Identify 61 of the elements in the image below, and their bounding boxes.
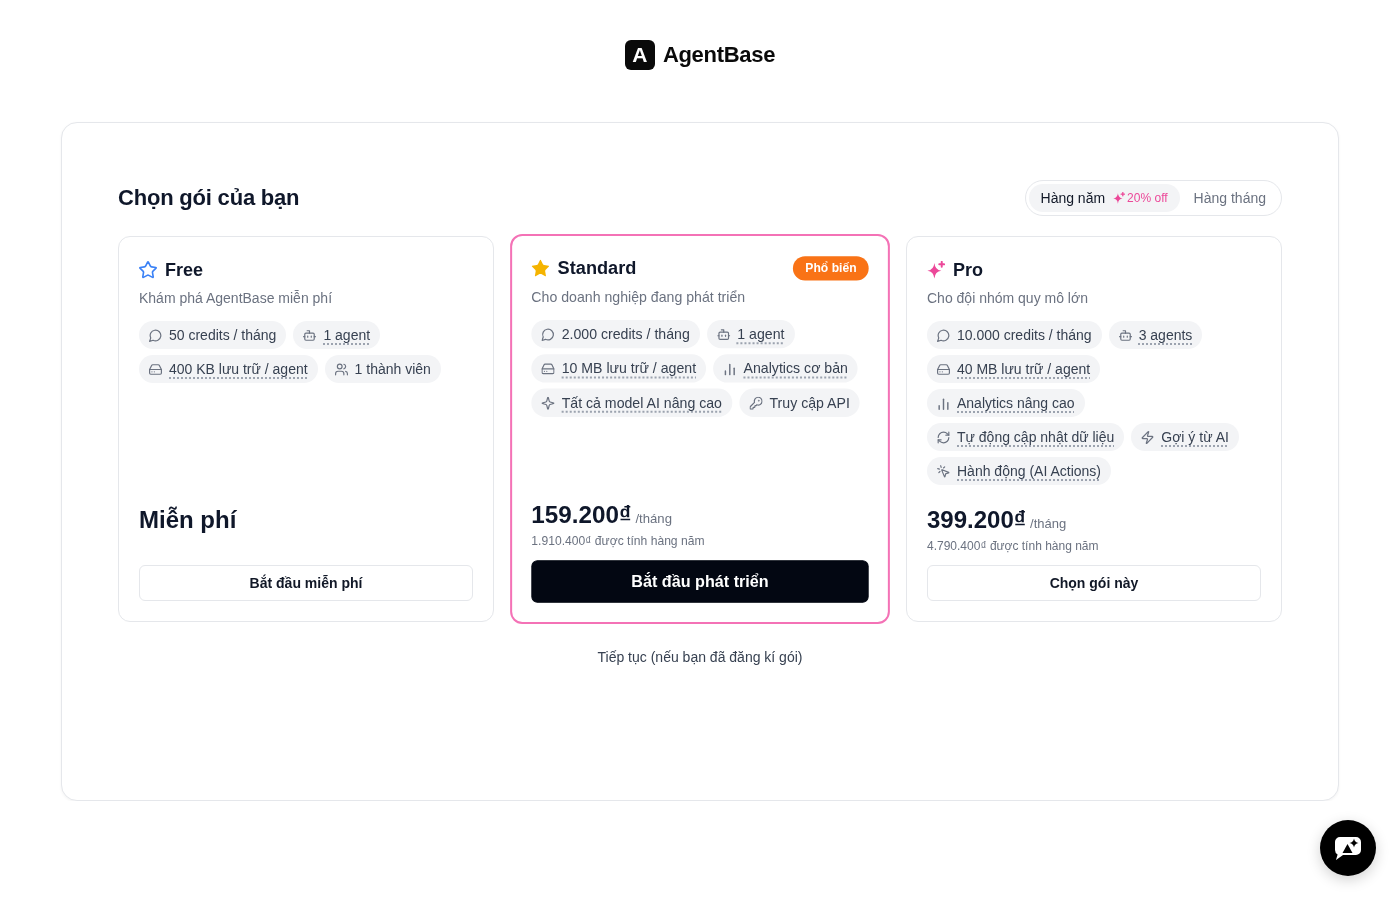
- robot-icon: [303, 328, 317, 342]
- feature-label: Gợi ý từ AI: [1161, 429, 1229, 445]
- plan-description: Cho doanh nghiệp đang phát triển: [531, 287, 747, 307]
- plan-name: Standard: [557, 257, 637, 279]
- chat-sparkle-icon: [1334, 836, 1362, 860]
- plan-name: Free: [165, 259, 204, 281]
- bar-chart-icon: [723, 361, 737, 375]
- feature-label: 1 agent: [323, 327, 371, 343]
- feature-label: Hành động (AI Actions): [957, 463, 1101, 479]
- continue-link[interactable]: Tiếp tục (nếu bạn đã đăng kí gói): [597, 648, 803, 666]
- plan-button[interactable]: Chọn gói này: [927, 565, 1261, 601]
- discount-label: 20% off: [1127, 191, 1168, 205]
- feature-label: 10 MB lưu trữ / agent: [561, 360, 697, 377]
- feature-label: 3 agents: [1138, 327, 1193, 343]
- chat-bubble-icon: [937, 328, 950, 342]
- hard-drive-icon: [541, 361, 555, 375]
- feature-label: 10.000 credits / tháng: [957, 327, 1092, 343]
- feature-label: Analytics cơ bản: [743, 360, 848, 377]
- plan-button[interactable]: Bắt đầu phát triển: [531, 560, 869, 603]
- billing-note: 4.790.400₫ được tính hàng năm: [927, 538, 1100, 554]
- feature-label: Truy cập API: [769, 394, 850, 411]
- feature-label: 400 KB lưu trữ / agent: [169, 361, 308, 377]
- feature-label: 1 thành viên: [354, 361, 431, 377]
- robot-icon: [717, 327, 731, 341]
- plan-description: Cho đội nhóm quy mô lớn: [927, 289, 1089, 308]
- cursor-click-icon: [937, 464, 950, 478]
- lightning-icon: [1141, 430, 1155, 444]
- sparkle-icon: [541, 396, 555, 410]
- plan-price: Miễn phí: [139, 505, 237, 535]
- chat-bubble-icon: [541, 327, 555, 341]
- billing-tab[interactable]: Hàng tháng: [1181, 184, 1278, 212]
- refresh-icon: [937, 430, 950, 444]
- bar-chart-icon: [937, 396, 950, 410]
- feature-label: 2.000 credits / tháng: [561, 326, 690, 343]
- hard-drive-icon: [937, 362, 950, 376]
- chat-bubble-icon: [149, 328, 162, 342]
- plan-price: 399.200₫: [927, 505, 1027, 535]
- brand-name: AgentBase: [662, 42, 776, 68]
- feature-label: Tự động cập nhật dữ liệu: [957, 429, 1115, 445]
- price-period: /tháng: [1030, 516, 1067, 531]
- billing-note: 1.910.400₫ được tính hàng năm: [531, 533, 706, 550]
- feature-label: 40 MB lưu trữ / agent: [957, 361, 1091, 377]
- robot-icon: [1118, 328, 1132, 342]
- sparkles-icon: [1113, 192, 1126, 204]
- price-period: /tháng: [635, 510, 672, 526]
- feature-label: 1 agent: [737, 326, 785, 343]
- feature-label: Tất cả model AI nâng cao: [561, 394, 722, 411]
- logo-mark: A: [624, 40, 655, 70]
- billing-tab[interactable]: Hàng năm 20% off: [1028, 184, 1180, 212]
- plan-description: Khám phá AgentBase miễn phí: [139, 289, 334, 308]
- feature-label: 50 credits / tháng: [169, 327, 277, 343]
- key-icon: [749, 396, 763, 410]
- plan-price: 159.200₫: [531, 499, 632, 530]
- feature-label: Analytics nâng cao: [957, 395, 1075, 411]
- hard-drive-icon: [149, 362, 162, 376]
- plan-name: Pro: [953, 259, 983, 281]
- users-icon: [334, 362, 348, 376]
- chat-button[interactable]: [1320, 820, 1376, 876]
- plan-button[interactable]: Bắt đầu miễn phí: [139, 565, 473, 601]
- popular-badge: Phổ biến: [793, 256, 869, 281]
- page-heading: Chọn gói của bạn: [118, 185, 300, 211]
